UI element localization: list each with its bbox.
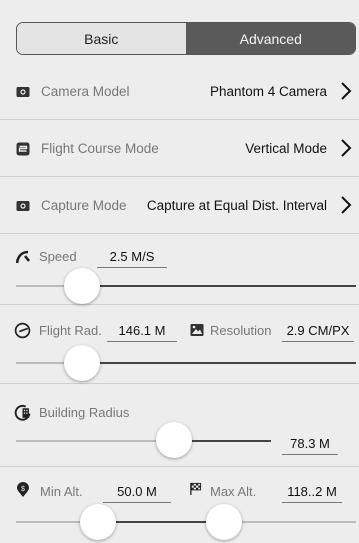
building-radius-row: Building Radius 78.3 M [0, 384, 359, 467]
camera-icon [16, 201, 30, 211]
min-alt-slider-thumb[interactable] [80, 504, 116, 540]
altitude-row: $ Min Alt. 50.0 M Max Alt. 118..2 M [0, 467, 359, 543]
flight-rad-slider-thumb[interactable] [64, 345, 100, 381]
resolution-label: Resolution [210, 323, 272, 338]
building-radius-label: Building Radius [39, 405, 130, 420]
chevron-right-icon [341, 82, 352, 100]
max-alt-slider-thumb[interactable] [206, 504, 242, 540]
min-alt-label: Min Alt. [40, 484, 83, 499]
chevron-right-icon [341, 139, 352, 157]
resolution-icon [190, 324, 204, 336]
building-radius-value[interactable]: 78.3 M [282, 436, 338, 455]
speed-slider-thumb[interactable] [64, 268, 100, 304]
flight-course-mode-value: Vertical Mode [245, 140, 327, 156]
advanced-tab[interactable]: Advanced [186, 23, 355, 54]
mode-segmented-control: Basic Advanced [16, 22, 356, 55]
flight-radius-row: Flight Rad. 146.1 M Resolution 2.9 CM/PX [0, 305, 359, 384]
max-alt-value[interactable]: 118..2 M [282, 484, 342, 503]
resolution-value[interactable]: 2.9 CM/PX [282, 323, 354, 342]
capture-mode-row[interactable]: Capture Mode Capture at Equal Dist. Inte… [0, 177, 359, 234]
flight-radius-icon [14, 322, 31, 339]
flight-course-mode-label: Flight Course Mode [41, 140, 159, 156]
altitude-slider-track-upper [224, 521, 356, 523]
building-radius-slider-thumb[interactable] [156, 422, 192, 458]
building-radius-slider-track-filled [16, 440, 174, 442]
course-icon [16, 142, 30, 156]
flight-rad-label: Flight Rad. [39, 323, 102, 338]
speed-value[interactable]: 2.5 M/S [97, 249, 167, 268]
speed-icon [16, 250, 30, 264]
svg-text:$: $ [21, 486, 25, 493]
flight-rad-slider-track[interactable] [80, 362, 356, 364]
speed-label: Speed [39, 249, 77, 264]
camera-model-row[interactable]: Camera Model Phantom 4 Camera [0, 63, 359, 120]
chevron-right-icon [341, 196, 352, 214]
camera-model-value: Phantom 4 Camera [209, 83, 327, 99]
building-radius-icon [14, 404, 31, 421]
capture-mode-value: Capture at Equal Dist. Interval [146, 197, 327, 213]
max-alt-label: Max Alt. [210, 484, 257, 499]
camera-icon [16, 87, 30, 97]
location-pin-icon: $ [17, 482, 29, 497]
speed-row: Speed 2.5 M/S [0, 234, 359, 305]
capture-mode-label: Capture Mode [41, 197, 127, 213]
camera-model-label: Camera Model [41, 83, 130, 99]
checkered-flag-icon [190, 482, 202, 495]
min-alt-value[interactable]: 50.0 M [103, 484, 171, 503]
flight-rad-value[interactable]: 146.1 M [107, 323, 177, 342]
basic-tab[interactable]: Basic [17, 23, 187, 54]
flight-course-mode-row[interactable]: Flight Course Mode Vertical Mode [0, 120, 359, 177]
speed-slider-track[interactable] [80, 285, 356, 287]
